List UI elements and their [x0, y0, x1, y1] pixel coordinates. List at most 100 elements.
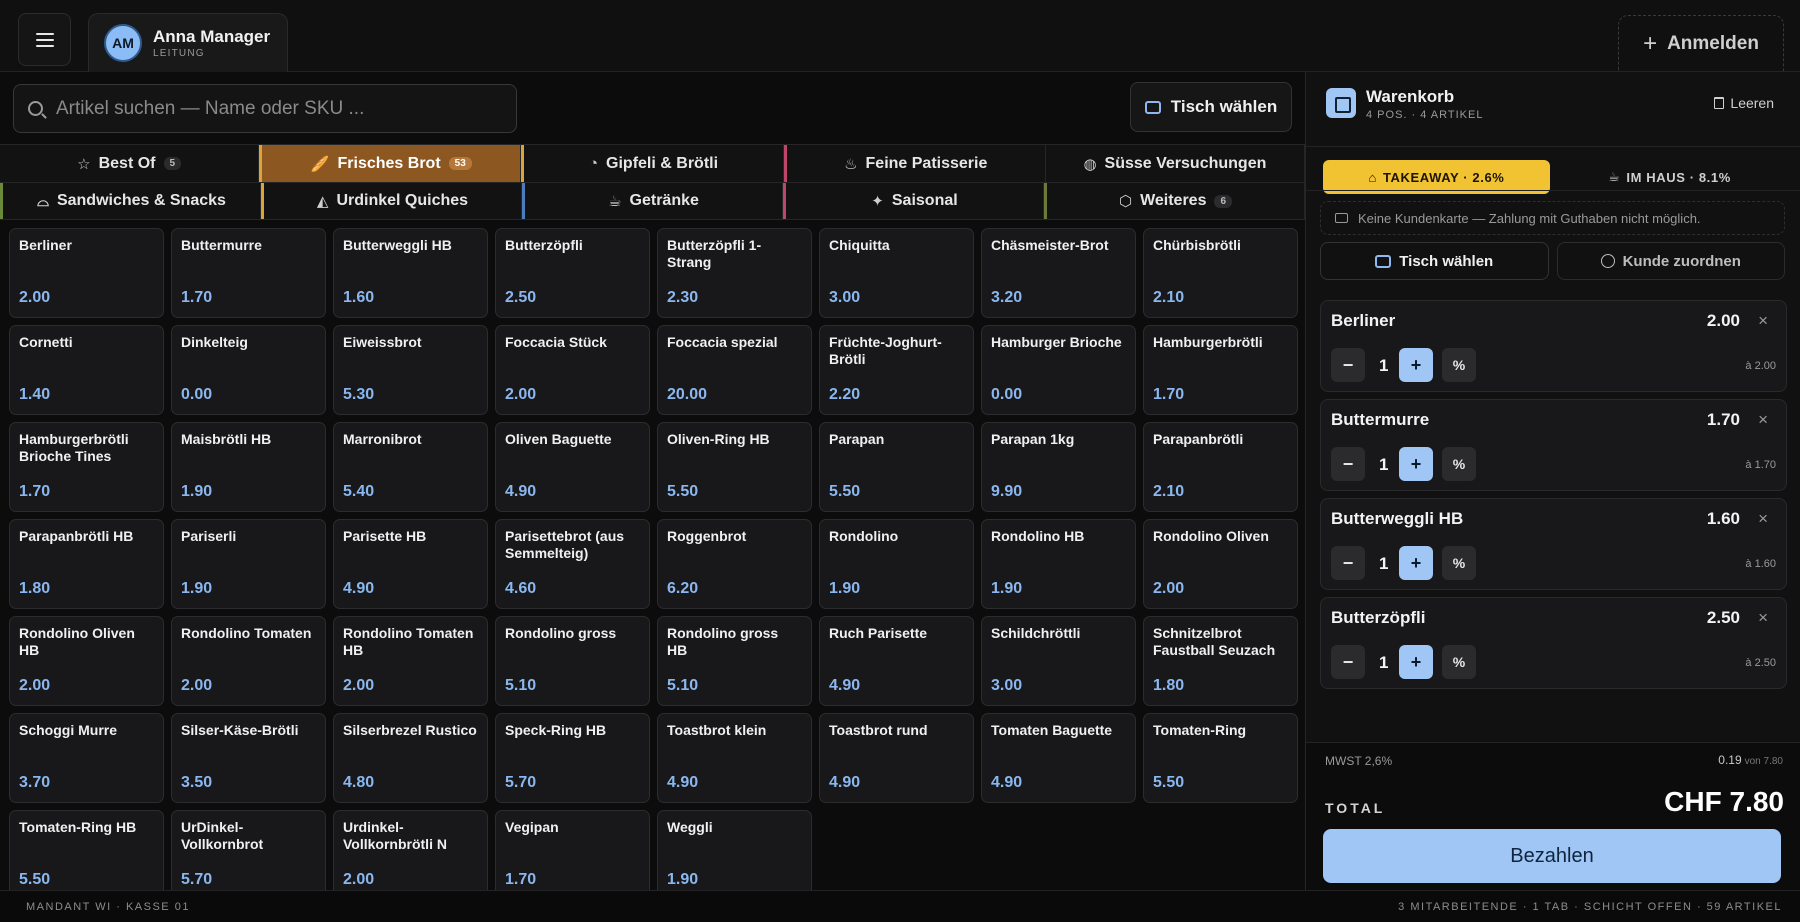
decrease-quantity-button[interactable]: −: [1331, 546, 1365, 580]
product-tile[interactable]: Butterzöpfli 1-Strang 2.30: [657, 228, 812, 318]
product-tile[interactable]: Chäsmeister-Brot 3.20: [981, 228, 1136, 318]
product-name: Speck-Ring HB: [505, 722, 607, 738]
product-tile[interactable]: Parisettebrot (aus Semmelteig) 4.60: [495, 519, 650, 609]
discount-button[interactable]: %: [1442, 645, 1476, 679]
product-tile[interactable]: Tomaten Baguette 4.90: [981, 713, 1136, 803]
category-tab[interactable]: ⌓ Sandwiches & Snacks: [0, 183, 261, 219]
product-tile[interactable]: Hamburgerbrötli 1.70: [1143, 325, 1298, 415]
product-tile[interactable]: Oliven Baguette 4.90: [495, 422, 650, 512]
product-tile[interactable]: Rondolino gross HB 5.10: [657, 616, 812, 706]
category-tab[interactable]: ☕ Getränke: [522, 183, 783, 219]
product-tile[interactable]: Schoggi Murre 3.70: [9, 713, 164, 803]
product-tile[interactable]: Oliven-Ring HB 5.50: [657, 422, 812, 512]
product-tile[interactable]: Foccacia spezial 20.00: [657, 325, 812, 415]
product-tile[interactable]: UrDinkel-Vollkornbrot 5.70: [171, 810, 326, 900]
search-bar[interactable]: [13, 84, 517, 133]
pay-button[interactable]: Bezahlen: [1323, 829, 1781, 883]
category-tab[interactable]: ◔ Gipfeli & Brötli: [521, 145, 784, 182]
mode-inhouse-button[interactable]: ☕ IM HAUS · 8.1%: [1556, 160, 1783, 194]
product-tile[interactable]: Weggli 1.90: [657, 810, 812, 900]
product-price: 5.10: [505, 677, 537, 694]
product-tile[interactable]: Roggenbrot 6.20: [657, 519, 812, 609]
assign-customer-button[interactable]: Kunde zuordnen: [1556, 242, 1785, 280]
product-tile[interactable]: Rondolino gross 5.10: [495, 616, 650, 706]
product-price: 2.00: [181, 677, 213, 694]
category-tab[interactable]: ✦ Saisonal: [783, 183, 1044, 219]
category-tab[interactable]: ☆ Best Of 5: [0, 145, 260, 182]
cart-choose-table-button[interactable]: Tisch wählen: [1320, 242, 1549, 280]
category-tab[interactable]: ◍ Süsse Versuchungen: [1045, 145, 1306, 182]
increase-quantity-button[interactable]: +: [1399, 546, 1433, 580]
discount-button[interactable]: %: [1442, 546, 1476, 580]
product-tile[interactable]: Rondolino Tomaten HB 2.00: [333, 616, 488, 706]
product-tile[interactable]: Hamburger Brioche 0.00: [981, 325, 1136, 415]
menu-button[interactable]: [18, 13, 71, 66]
product-tile[interactable]: Chürbisbrötli 2.10: [1143, 228, 1298, 318]
product-name: Marronibrot: [343, 431, 422, 447]
product-tile[interactable]: Silser-Käse-Brötli 3.50: [171, 713, 326, 803]
product-tile[interactable]: Schildchröttli 3.00: [981, 616, 1136, 706]
product-tile[interactable]: Marronibrot 5.40: [333, 422, 488, 512]
product-tile[interactable]: Hamburgerbrötli Brioche Tines 1.70: [9, 422, 164, 512]
user-chip[interactable]: AM Anna Manager LEITUNG: [88, 13, 288, 72]
product-tile[interactable]: Silserbrezel Rustico 4.80: [333, 713, 488, 803]
product-tile[interactable]: Toastbrot klein 4.90: [657, 713, 812, 803]
product-tile[interactable]: Butterzöpfli 2.50: [495, 228, 650, 318]
product-tile[interactable]: Rondolino Tomaten 2.00: [171, 616, 326, 706]
increase-quantity-button[interactable]: +: [1399, 645, 1433, 679]
product-price: 1.80: [1153, 677, 1185, 694]
product-tile[interactable]: Parapan 5.50: [819, 422, 974, 512]
product-tile[interactable]: Parapanbrötli HB 1.80: [9, 519, 164, 609]
product-tile[interactable]: Chiquitta 3.00: [819, 228, 974, 318]
mode-takeaway-button[interactable]: ⌂ TAKEAWAY · 2.6%: [1323, 160, 1550, 194]
increase-quantity-button[interactable]: +: [1399, 348, 1433, 382]
product-tile[interactable]: Ruch Parisette 4.90: [819, 616, 974, 706]
remove-item-icon[interactable]: ×: [1758, 509, 1768, 529]
product-tile[interactable]: Butterweggli HB 1.60: [333, 228, 488, 318]
product-tile[interactable]: Parapanbrötli 2.10: [1143, 422, 1298, 512]
decrease-quantity-button[interactable]: −: [1331, 348, 1365, 382]
login-button[interactable]: + Anmelden: [1618, 15, 1784, 71]
product-price: 5.50: [1153, 774, 1185, 791]
remove-item-icon[interactable]: ×: [1758, 410, 1768, 430]
product-tile[interactable]: Berliner 2.00: [9, 228, 164, 318]
product-tile[interactable]: Toastbrot rund 4.90: [819, 713, 974, 803]
category-tab[interactable]: ♨ Feine Patisserie: [783, 145, 1046, 182]
product-tile[interactable]: Speck-Ring HB 5.70: [495, 713, 650, 803]
cake-icon: ♨: [844, 155, 858, 173]
decrease-quantity-button[interactable]: −: [1331, 645, 1365, 679]
product-tile[interactable]: Buttermurre 1.70: [171, 228, 326, 318]
remove-item-icon[interactable]: ×: [1758, 608, 1768, 628]
product-tile[interactable]: Vegipan 1.70: [495, 810, 650, 900]
category-tab[interactable]: 🥖 Frisches Brot 53: [259, 145, 522, 182]
category-tab[interactable]: ◭ Urdinkel Quiches: [261, 183, 522, 219]
product-tile[interactable]: Parisette HB 4.90: [333, 519, 488, 609]
product-price: 1.90: [991, 580, 1023, 597]
product-tile[interactable]: Pariserli 1.90: [171, 519, 326, 609]
decrease-quantity-button[interactable]: −: [1331, 447, 1365, 481]
choose-table-label: Tisch wählen: [1170, 97, 1278, 116]
product-tile[interactable]: Foccacia Stück 2.00: [495, 325, 650, 415]
product-tile[interactable]: Urdinkel-Vollkornbrötli N 2.00: [333, 810, 488, 900]
product-tile[interactable]: Cornetti 1.40: [9, 325, 164, 415]
product-tile[interactable]: Tomaten-Ring HB 5.50: [9, 810, 164, 900]
product-tile[interactable]: Früchte-Joghurt-Brötli 2.20: [819, 325, 974, 415]
category-tab[interactable]: ⬡ Weiteres 6: [1044, 183, 1305, 219]
clear-cart-button[interactable]: Leeren: [1714, 95, 1774, 111]
product-tile[interactable]: Rondolino Oliven 2.00: [1143, 519, 1298, 609]
product-tile[interactable]: Rondolino 1.90: [819, 519, 974, 609]
discount-button[interactable]: %: [1442, 447, 1476, 481]
search-input[interactable]: [56, 97, 496, 120]
product-tile[interactable]: Schnitzelbrot Faustball Seuzach 1.80: [1143, 616, 1298, 706]
choose-table-button[interactable]: Tisch wählen: [1130, 82, 1292, 132]
product-tile[interactable]: Rondolino HB 1.90: [981, 519, 1136, 609]
product-tile[interactable]: Maisbrötli HB 1.90: [171, 422, 326, 512]
product-tile[interactable]: Rondolino Oliven HB 2.00: [9, 616, 164, 706]
discount-button[interactable]: %: [1442, 348, 1476, 382]
product-tile[interactable]: Tomaten-Ring 5.50: [1143, 713, 1298, 803]
product-tile[interactable]: Dinkelteig 0.00: [171, 325, 326, 415]
remove-item-icon[interactable]: ×: [1758, 311, 1768, 331]
increase-quantity-button[interactable]: +: [1399, 447, 1433, 481]
product-tile[interactable]: Eiweissbrot 5.30: [333, 325, 488, 415]
product-tile[interactable]: Parapan 1kg 9.90: [981, 422, 1136, 512]
